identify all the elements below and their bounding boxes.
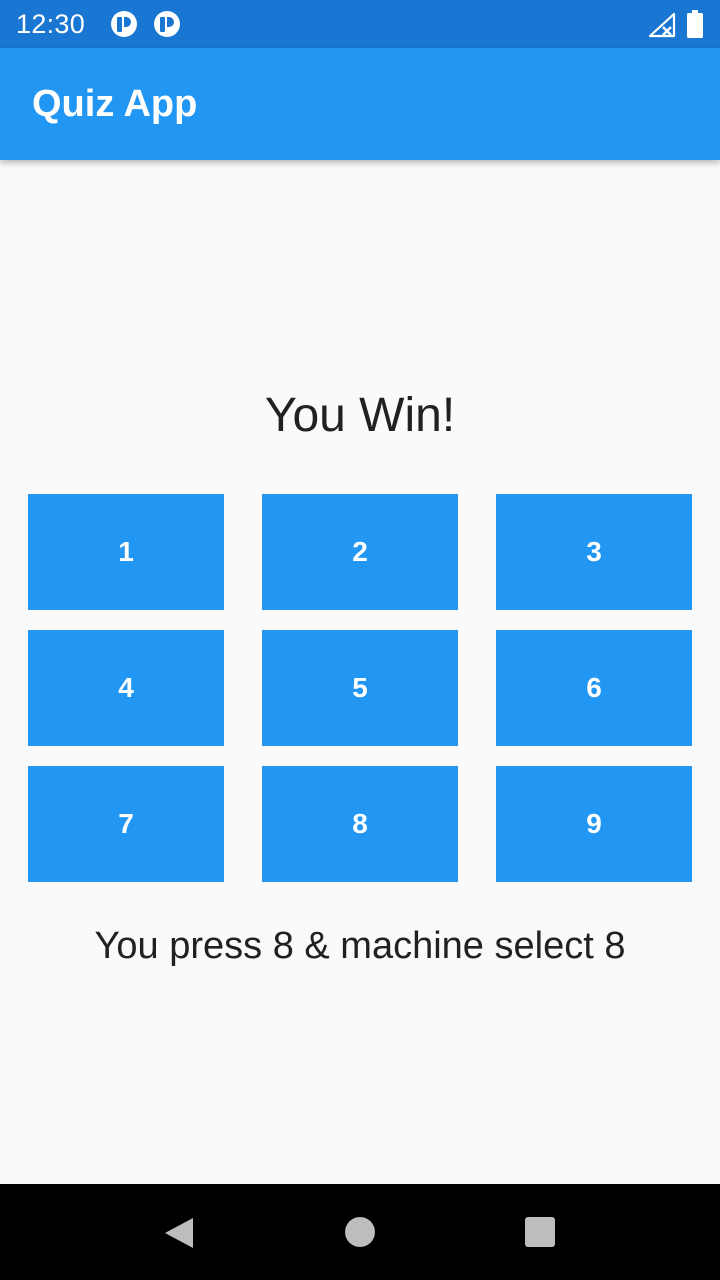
number-button-8[interactable]: 8 — [262, 766, 458, 882]
number-button-2[interactable]: 2 — [262, 494, 458, 610]
status-bar: 12:30 — [0, 0, 720, 48]
notification-app-icon — [111, 11, 137, 37]
number-button-9[interactable]: 9 — [496, 766, 692, 882]
status-time: 12:30 — [16, 9, 86, 39]
back-icon[interactable] — [162, 1216, 196, 1250]
number-button-5[interactable]: 5 — [262, 630, 458, 746]
result-message: You Win! — [264, 389, 456, 442]
navigation-bar — [0, 1184, 720, 1280]
selection-summary: You press 8 & machine select 8 — [94, 925, 626, 967]
recents-icon[interactable] — [524, 1216, 556, 1248]
number-button-7[interactable]: 7 — [28, 766, 224, 882]
app-title: Quiz App — [32, 83, 198, 125]
home-icon[interactable] — [344, 1216, 376, 1248]
notification-app-icon — [154, 11, 180, 37]
number-button-4[interactable]: 4 — [28, 630, 224, 746]
app-bar: Quiz App — [0, 48, 720, 160]
signal-no-service-icon — [648, 12, 676, 38]
number-button-1[interactable]: 1 — [28, 494, 224, 610]
number-button-3[interactable]: 3 — [496, 494, 692, 610]
number-button-6[interactable]: 6 — [496, 630, 692, 746]
battery-icon — [687, 10, 703, 38]
